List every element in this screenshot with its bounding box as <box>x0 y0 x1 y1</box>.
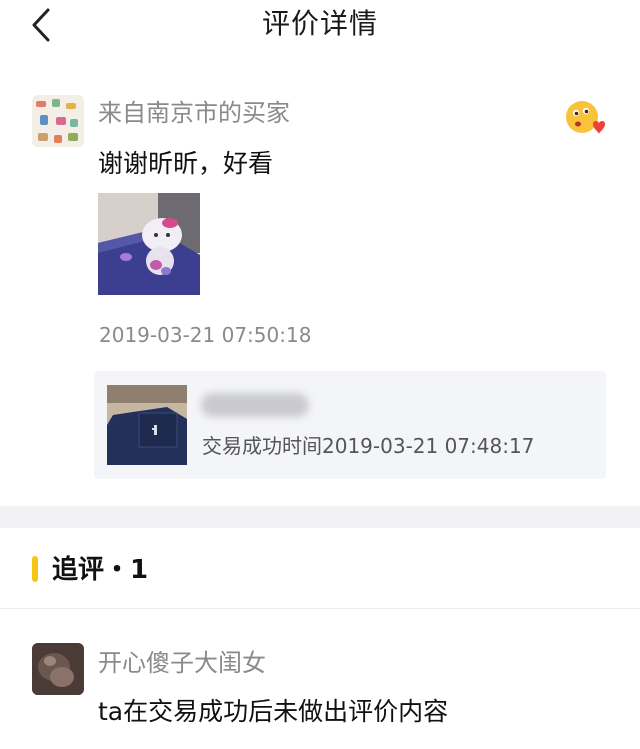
followup-section-title: 追评・1 <box>52 555 149 585</box>
kiss-emoji-icon <box>565 98 605 136</box>
avatar-image <box>32 643 84 695</box>
review-timestamp: 2019-03-21 07:50:18 <box>99 323 312 347</box>
avatar-image <box>32 95 84 147</box>
order-status-text: 交易成功时间2019-03-21 07:48:17 <box>202 434 535 458</box>
section-divider <box>0 506 640 528</box>
section-accent-bar <box>32 556 38 582</box>
review-text: 谢谢昕昕，好看 <box>98 149 274 178</box>
top-nav-bar: 评价详情 <box>0 0 640 52</box>
review-detail-page: 评价详情 来自南京市的买家 谢谢昕昕，好看 2019-03-21 07:50:1… <box>0 0 640 749</box>
order-title-blurred <box>201 393 309 417</box>
review-photo[interactable] <box>98 193 200 295</box>
figurine-photo <box>98 193 200 295</box>
followup-reviewer-name: 开心傻子大闺女 <box>98 649 266 677</box>
reviewer-avatar[interactable] <box>32 95 84 147</box>
order-card[interactable]: 交易成功时间2019-03-21 07:48:17 <box>94 371 606 479</box>
followup-text: ta在交易成功后未做出评价内容 <box>98 697 449 726</box>
page-title: 评价详情 <box>261 7 378 40</box>
order-thumbnail <box>107 385 187 465</box>
reviewer-name: 来自南京市的买家 <box>98 99 290 127</box>
followup-reviewer-avatar[interactable] <box>32 643 84 695</box>
divider-line <box>0 608 640 609</box>
